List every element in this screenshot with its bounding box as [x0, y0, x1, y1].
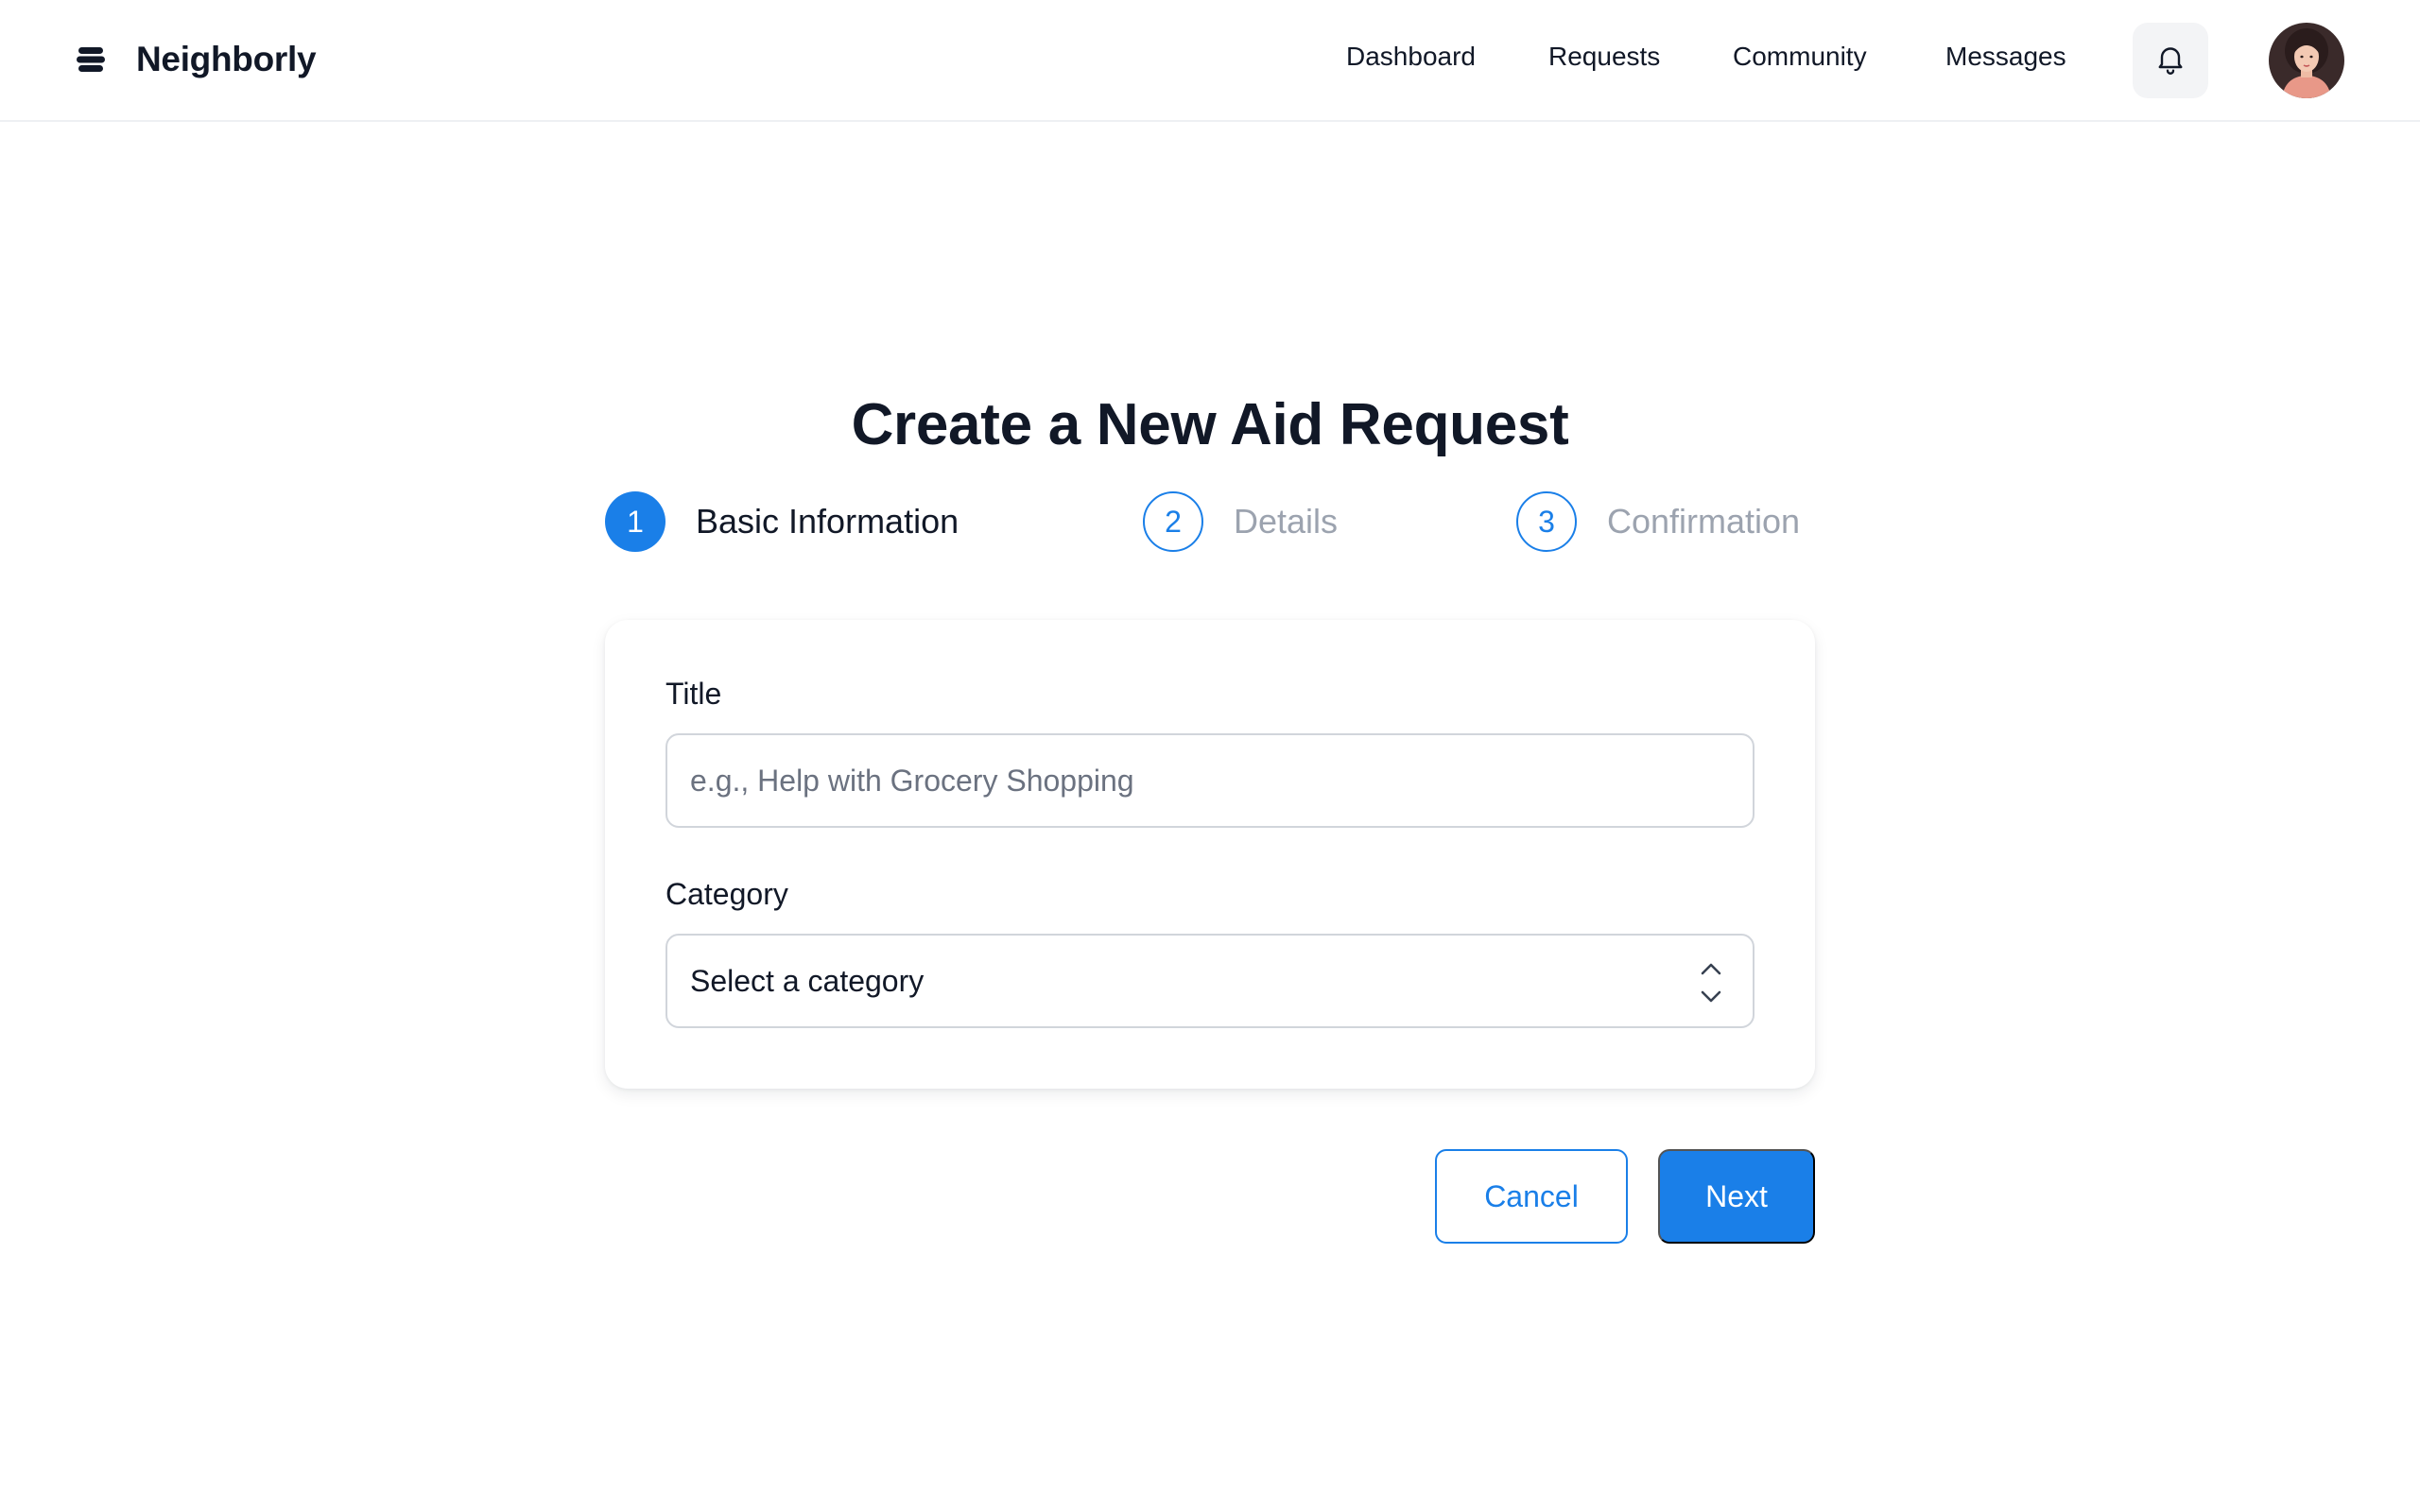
title-label: Title	[666, 677, 722, 711]
brand[interactable]: Neighborly	[76, 36, 317, 83]
step-label: Confirmation	[1607, 502, 1801, 541]
step-number: 3	[1516, 491, 1577, 552]
bell-icon	[2153, 42, 2187, 80]
step-label: Details	[1234, 502, 1339, 541]
step-basic-information: 1 Basic Information	[605, 491, 959, 552]
chevron-up-down-icon	[1698, 960, 1724, 1005]
title-input[interactable]	[666, 733, 1754, 828]
step-label: Basic Information	[696, 502, 959, 541]
form-card: Title Category Select a category	[605, 620, 1815, 1089]
stack-logo-icon	[76, 45, 106, 74]
notifications-button[interactable]	[2133, 23, 2208, 98]
category-select[interactable]: Select a category	[666, 934, 1754, 1028]
nav-dashboard[interactable]: Dashboard	[1346, 42, 1476, 72]
top-navbar: Neighborly Dashboard Requests Community …	[0, 0, 2420, 122]
category-selected-value: Select a category	[690, 963, 925, 998]
cancel-button[interactable]: Cancel	[1435, 1149, 1628, 1244]
step-number: 1	[605, 491, 666, 552]
step-confirmation: 3 Confirmation	[1516, 491, 1800, 552]
brand-name: Neighborly	[136, 40, 317, 78]
user-avatar[interactable]	[2269, 23, 2344, 98]
nav-community[interactable]: Community	[1733, 42, 1867, 72]
nav-requests[interactable]: Requests	[1548, 42, 1660, 72]
page-title: Create a New Aid Request	[851, 392, 1569, 457]
nav-messages[interactable]: Messages	[1945, 42, 2066, 72]
step-details: 2 Details	[1143, 491, 1338, 552]
next-button[interactable]: Next	[1658, 1149, 1815, 1244]
category-label: Category	[666, 877, 788, 911]
step-number: 2	[1143, 491, 1203, 552]
